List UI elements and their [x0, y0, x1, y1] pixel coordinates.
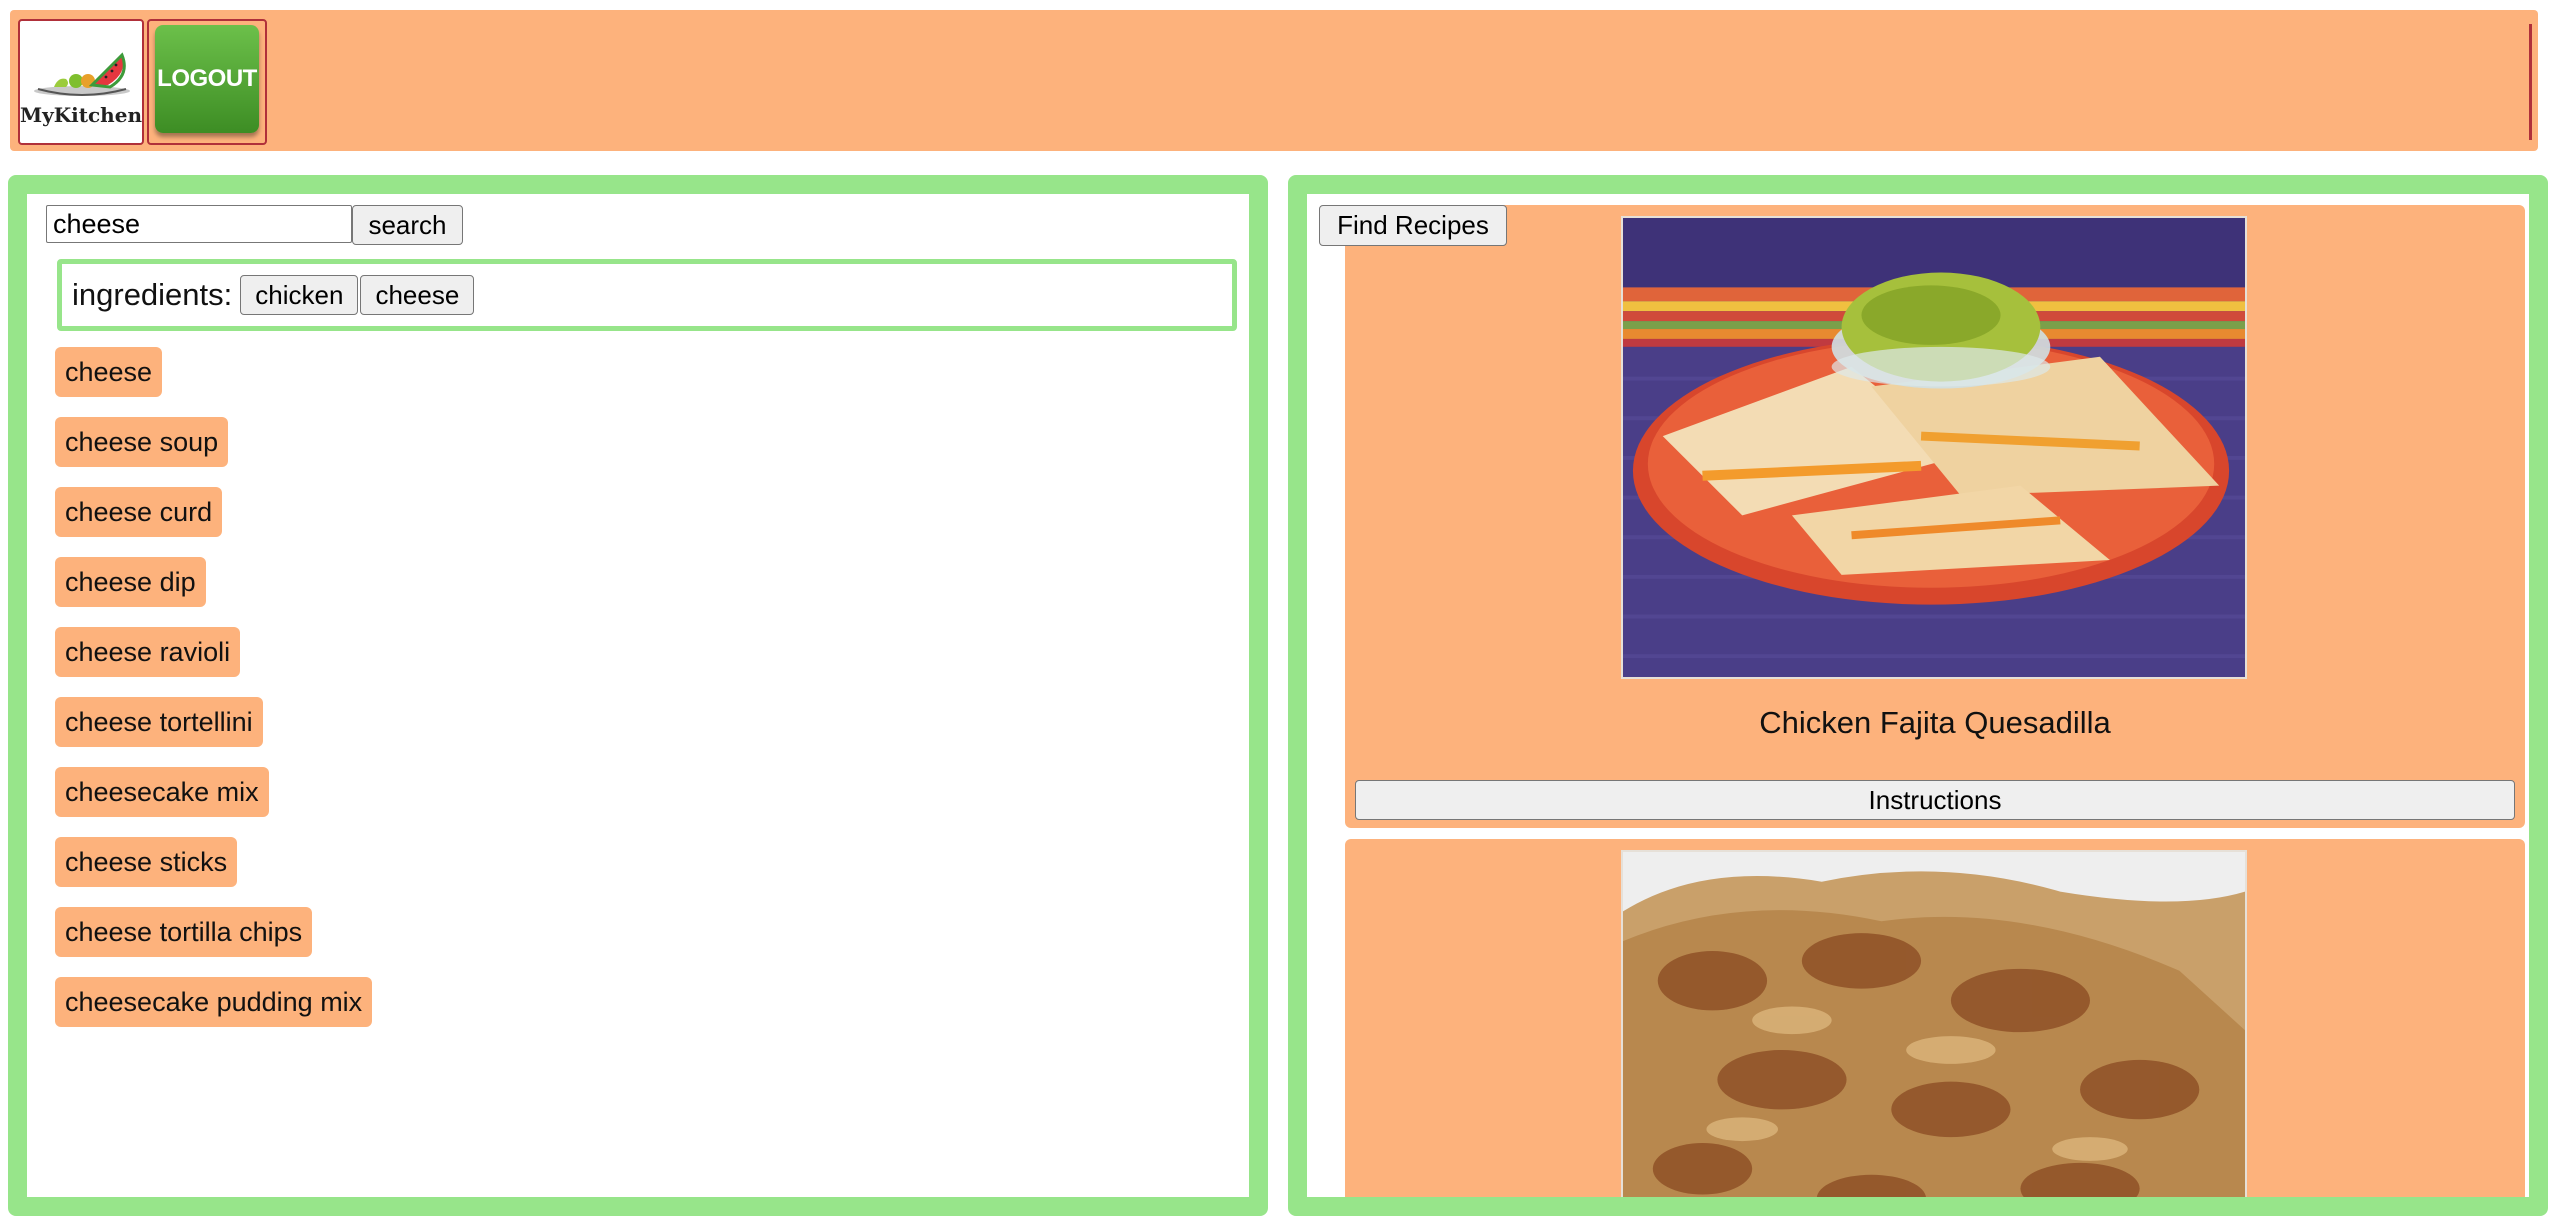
header-divider [2529, 24, 2532, 140]
search-button[interactable]: search [352, 205, 463, 245]
recipe-photo-quesadilla[interactable] [1621, 216, 2247, 679]
suggestion-item[interactable]: cheesecake pudding mix [55, 977, 373, 1027]
instructions-button[interactable]: Instructions [1355, 780, 2515, 820]
ingredient-chip-chicken[interactable]: chicken [240, 275, 359, 315]
suggestion-item[interactable]: cheese tortilla chips [55, 907, 313, 957]
logout-button[interactable]: LOGOUT [147, 19, 267, 145]
suggestion-item[interactable]: cheese sticks [55, 837, 238, 887]
fruit-plate-icon [34, 52, 130, 96]
recipe-card [1345, 839, 2525, 1197]
search-input[interactable] [46, 205, 352, 243]
suggestion-item[interactable]: cheese soup [55, 417, 229, 467]
recipe-results-panel: Find Recipes Chicken Fajita Quesadilla I… [1288, 175, 2548, 1216]
suggestion-item[interactable]: cheese curd [55, 487, 223, 537]
logout-label: LOGOUT [155, 25, 259, 133]
quesadilla-photo [1623, 218, 2245, 677]
mykitchen-logo-button[interactable]: MyKitchen [18, 19, 144, 145]
recipe-title: Chicken Fajita Quesadilla [1759, 705, 2111, 740]
recipe-card: Chicken Fajita Quesadilla Instructions [1345, 205, 2525, 828]
ingredient-chip-cheese[interactable]: cheese [360, 275, 475, 315]
selected-ingredients: ingredients: chicken cheese [57, 259, 1237, 331]
suggestion-item[interactable]: cheese tortellini [55, 697, 263, 747]
logo-text: MyKitchen [20, 103, 142, 127]
suggestion-item[interactable]: cheese ravioli [55, 627, 241, 677]
find-recipes-button[interactable]: Find Recipes [1319, 205, 1507, 246]
app-header: MyKitchen LOGOUT [10, 10, 2538, 151]
suggestion-item[interactable]: cheese dip [55, 557, 206, 607]
suggestion-item[interactable]: cheese [55, 347, 163, 397]
ingredients-label: ingredients: [72, 277, 233, 312]
suggestion-item[interactable]: cheesecake mix [55, 767, 269, 817]
ingredient-search-panel: search ingredients: chicken cheese chees… [8, 175, 1268, 1216]
recipe-photo-cutlet[interactable] [1621, 850, 2247, 1197]
breaded-cutlet-photo [1623, 852, 2245, 1197]
